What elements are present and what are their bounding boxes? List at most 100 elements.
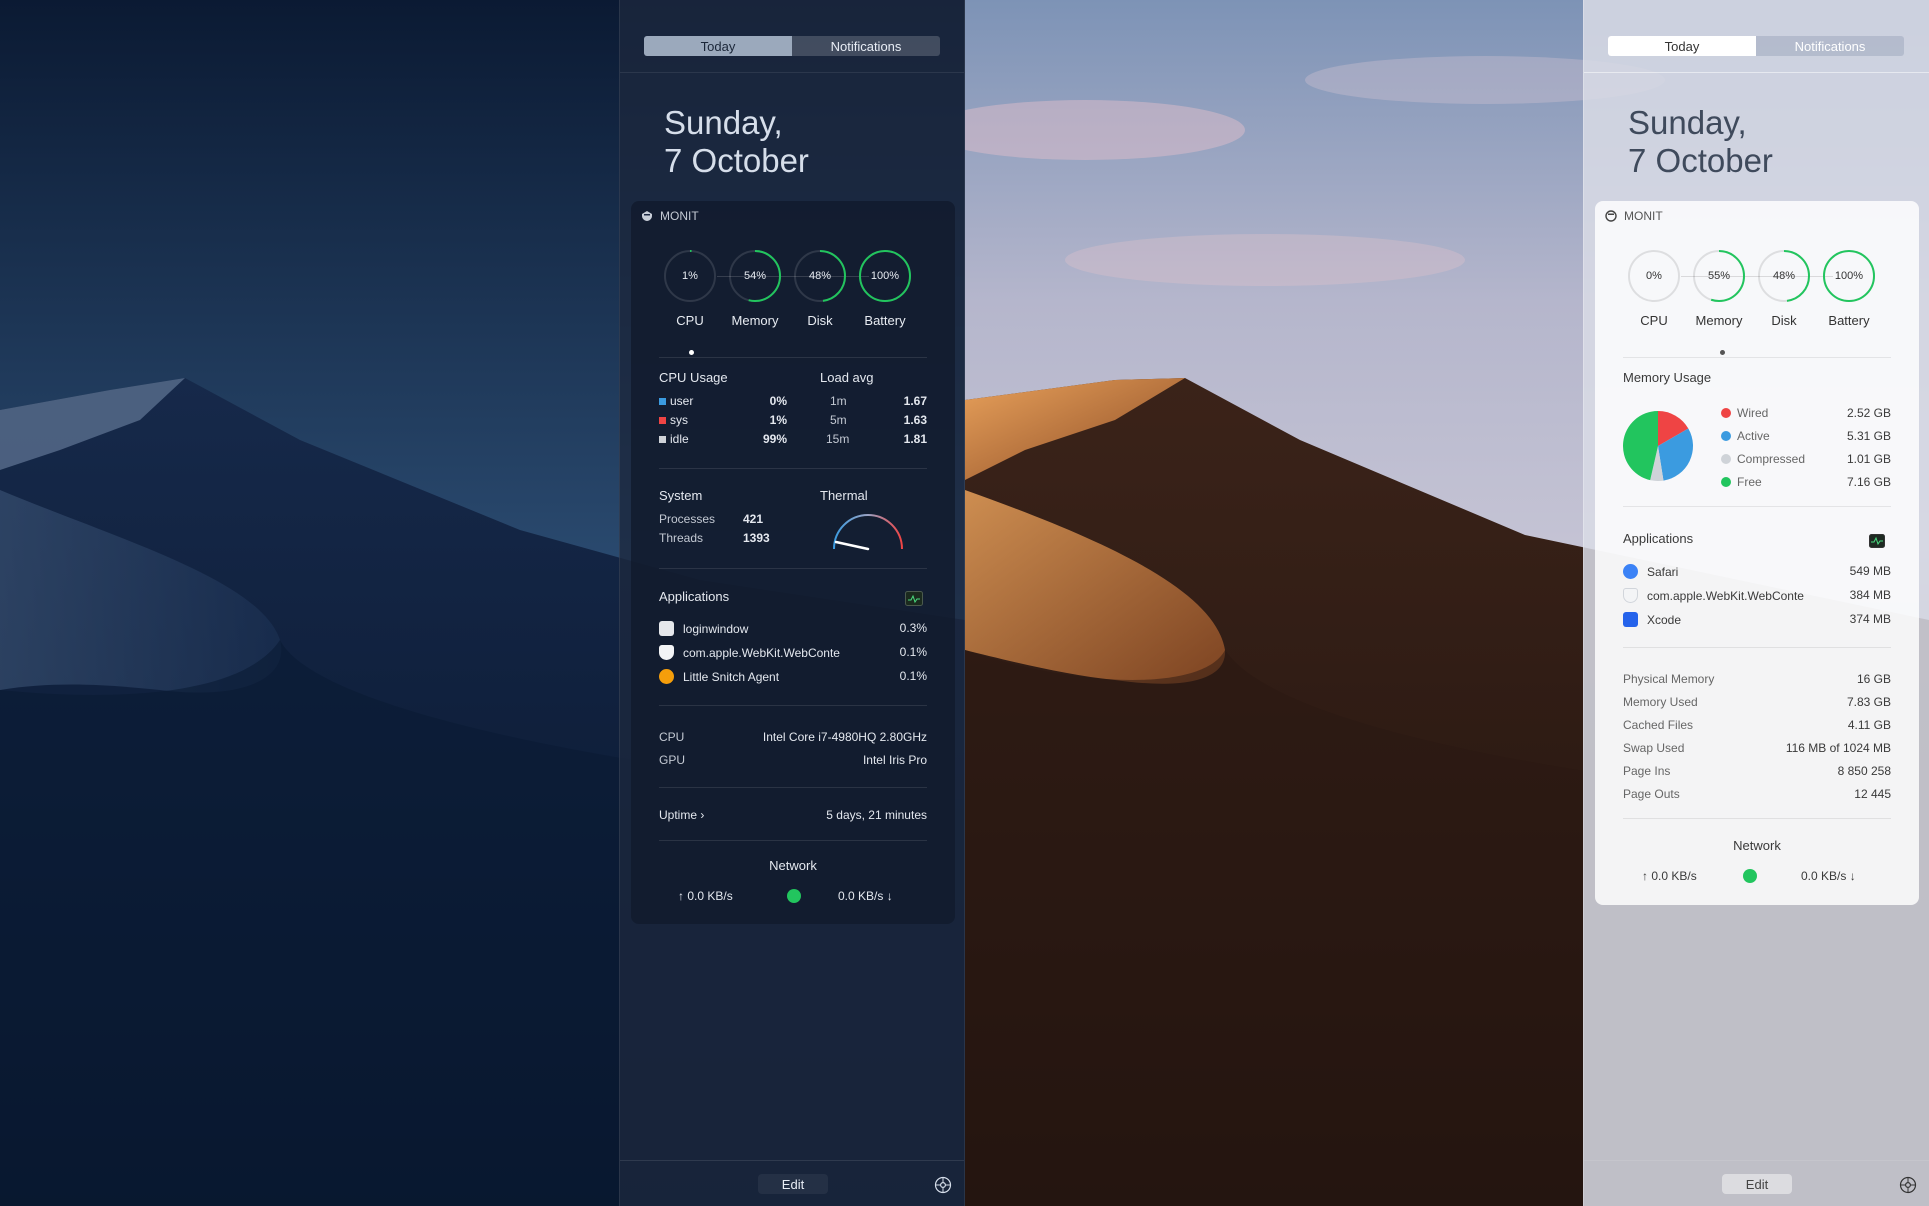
tab-today[interactable]: Today <box>1608 36 1756 56</box>
tab-notifications[interactable]: Notifications <box>1756 36 1904 56</box>
app-row[interactable]: Safari <box>1623 564 1678 579</box>
edit-button[interactable]: Edit <box>1722 1174 1792 1194</box>
stat-label: Page Ins <box>1623 764 1671 778</box>
legend-value: 1.01 GB <box>1846 452 1891 466</box>
gauges: 1% CPU 54% Memory 48% Disk 100% Battery <box>663 249 923 339</box>
legend-free: Free <box>1721 475 1762 489</box>
divider <box>659 468 927 469</box>
activity-monitor-icon[interactable] <box>905 591 923 606</box>
load-15m-value: 1.81 <box>903 432 927 446</box>
gauges: 0% CPU 55% Memory 48% Disk 100% Battery <box>1627 249 1887 339</box>
app-row[interactable]: com.apple.WebKit.WebConte <box>659 645 859 660</box>
gauge-disk-label: Disk <box>1771 313 1797 328</box>
tab-today[interactable]: Today <box>644 36 792 56</box>
stat-value: 7.83 GB <box>1846 695 1891 709</box>
processes-label: Processes <box>659 512 716 526</box>
user-swatch <box>659 398 666 405</box>
hw-gpu-value: Intel Iris Pro <box>862 753 927 767</box>
legend-wired: Wired <box>1721 406 1768 420</box>
safari-icon <box>1623 564 1638 579</box>
date-day: 7 October <box>1628 142 1773 179</box>
app-row[interactable]: com.apple.WebKit.WebConte <box>1623 588 1815 603</box>
app-name: Little Snitch Agent <box>683 670 780 684</box>
cpu-idle-value: 99% <box>762 432 787 446</box>
app-name: com.apple.WebKit.WebConte <box>1647 589 1804 603</box>
tab-notifications[interactable]: Notifications <box>792 36 940 56</box>
gear-icon[interactable] <box>1899 1176 1917 1194</box>
cpu-sys-value: 1% <box>769 413 787 427</box>
view-switcher: Today Notifications <box>644 36 940 56</box>
xcode-icon <box>1623 612 1638 627</box>
gauge-cpu-value: 1% <box>682 270 698 282</box>
app-row[interactable]: Xcode <box>1623 612 1681 627</box>
gauge-memory-label: Memory <box>731 313 779 328</box>
view-switcher: Today Notifications <box>1608 36 1904 56</box>
footer-bar: Edit <box>1584 1160 1929 1206</box>
hw-gpu-label: GPU <box>659 753 686 767</box>
app-name: loginwindow <box>683 622 749 636</box>
compressed-swatch <box>1721 454 1731 464</box>
gauge-memory-value: 54% <box>743 270 767 282</box>
widget-title-label: MONIT <box>1624 209 1663 223</box>
divider <box>1623 818 1891 819</box>
app-value: 549 MB <box>1849 564 1891 578</box>
monit-logo-icon <box>1605 210 1617 222</box>
widget-title-label: MONIT <box>660 209 699 223</box>
app-value: 384 MB <box>1849 588 1891 602</box>
processes-value: 421 <box>743 512 764 526</box>
cpu-sys-label: sys <box>670 413 688 427</box>
stat-label: Cached Files <box>1623 718 1694 732</box>
gauge-battery-value: 100% <box>1834 270 1864 282</box>
app-value: 0.1% <box>899 669 927 683</box>
load-1m-value: 1.67 <box>903 394 927 408</box>
widget-title: MONIT <box>1605 209 1663 223</box>
network-status-dot <box>787 889 801 903</box>
divider <box>1623 506 1891 507</box>
stat-label: Memory Used <box>1623 695 1698 709</box>
thermal-gauge-icon <box>833 514 903 551</box>
gauge-memory[interactable]: 54% Memory <box>728 249 782 328</box>
network-title: Network <box>1733 838 1781 853</box>
cpu-usage-title: CPU Usage <box>659 370 728 385</box>
stat-label: Swap Used <box>1623 741 1685 755</box>
legend-label: Active <box>1737 429 1770 443</box>
date-heading: Sunday, 7 October <box>664 104 809 180</box>
gauge-battery-label: Battery <box>1828 313 1870 328</box>
monit-logo-icon <box>642 211 652 221</box>
gauge-cpu[interactable]: 0% CPU <box>1627 249 1681 328</box>
network-status-dot <box>1743 869 1757 883</box>
gear-icon[interactable] <box>934 1176 952 1194</box>
uptime-link[interactable]: Uptime › <box>659 808 704 822</box>
footer-bar: Edit <box>620 1160 964 1206</box>
activity-monitor-icon[interactable] <box>1869 534 1885 548</box>
divider <box>659 787 927 788</box>
network-title: Network <box>769 858 817 873</box>
divider <box>659 840 927 841</box>
date-weekday: Sunday, <box>664 104 783 141</box>
gauge-disk[interactable]: 48% Disk <box>1757 249 1811 328</box>
app-row[interactable]: Little Snitch Agent <box>659 669 779 684</box>
edit-button[interactable]: Edit <box>758 1174 828 1194</box>
gauge-disk[interactable]: 48% Disk <box>793 249 847 328</box>
page-indicator-dot[interactable] <box>1720 350 1725 355</box>
system-title: System <box>659 488 703 503</box>
load-15m-label: 15m <box>826 432 850 446</box>
gauge-cpu[interactable]: 1% CPU <box>663 249 717 328</box>
cpu-idle-label: idle <box>670 432 689 446</box>
app-row[interactable]: loginwindow <box>659 621 748 636</box>
gauge-memory[interactable]: 55% Memory <box>1692 249 1746 328</box>
gauge-battery[interactable]: 100% Battery <box>1822 249 1876 328</box>
stat-label: Page Outs <box>1623 787 1680 801</box>
gauge-battery[interactable]: 100% Battery <box>858 249 912 328</box>
stat-value: 16 GB <box>1856 672 1891 686</box>
cpu-idle-row: idle <box>659 432 689 446</box>
load-1m-label: 1m <box>830 394 847 408</box>
app-name: Safari <box>1647 565 1679 579</box>
gauge-cpu-label: CPU <box>676 313 704 328</box>
legend-value: 7.16 GB <box>1846 475 1891 489</box>
page-indicator-dot[interactable] <box>689 350 694 355</box>
thermal-title: Thermal <box>820 488 868 503</box>
divider <box>1584 72 1929 73</box>
little-snitch-icon <box>659 669 674 684</box>
legend-label: Compressed <box>1737 452 1806 466</box>
